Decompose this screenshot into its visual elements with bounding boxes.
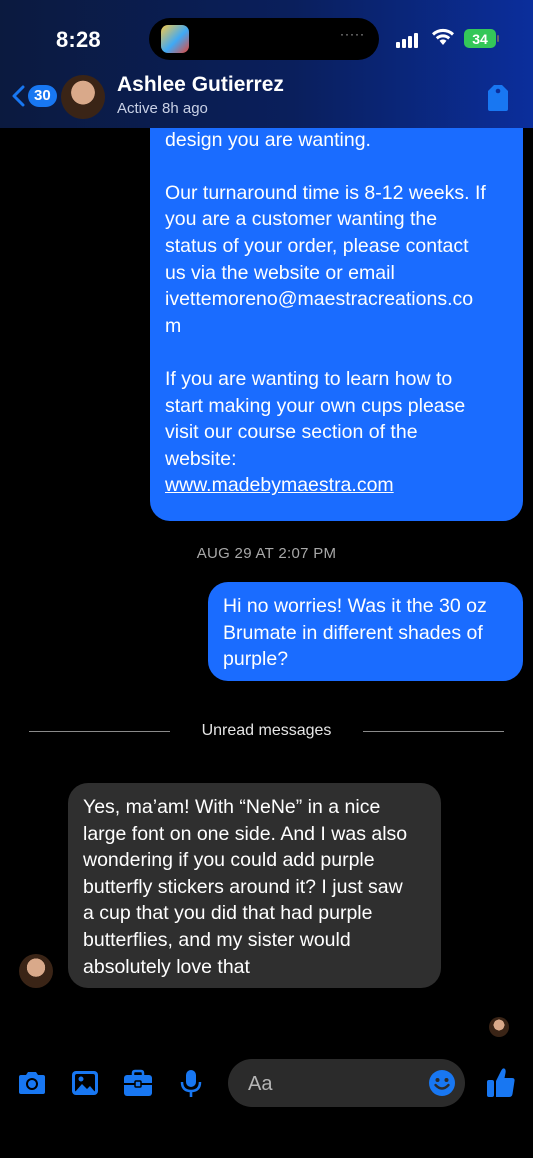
message-input[interactable] xyxy=(246,1070,430,1098)
chevron-left-icon xyxy=(12,85,25,107)
message-line: large font on one side. And I was also xyxy=(83,822,408,845)
back-button[interactable]: 30 xyxy=(10,85,57,107)
emoji-icon[interactable] xyxy=(428,1069,456,1097)
outgoing-message[interactable]: message with the cup, size anddesign you… xyxy=(150,100,523,521)
message-line: Yes, ma’am! With “NeNe” in a nice xyxy=(83,796,381,818)
message-line: If you are wanting to learn how to xyxy=(165,367,453,390)
status-time: 8:28 xyxy=(56,27,101,52)
message-line: butterflies, and my sister would xyxy=(83,928,351,951)
message-line: m xyxy=(165,314,182,337)
message-line: Our turnaround time is 8-12 weeks. If xyxy=(165,181,486,204)
message-line: purple? xyxy=(223,648,289,671)
dynamic-island: ····· xyxy=(149,18,379,60)
island-dots: ····· xyxy=(340,27,365,41)
briefcase-icon[interactable] xyxy=(122,1067,154,1099)
contact-status: Active 8h ago xyxy=(117,100,208,117)
battery-tip xyxy=(497,35,499,42)
thumbs-up-icon[interactable] xyxy=(485,1065,517,1099)
message-line: website: xyxy=(165,447,237,470)
sender-avatar[interactable] xyxy=(19,954,53,988)
contact-name[interactable]: Ashlee Gutierrez xyxy=(117,73,284,97)
message-text: Hi no worries! Was it the 30 oz Brumate i… xyxy=(223,593,518,673)
chat-header: 8:28 ····· 34 30 Ashlee Gutierrez Active… xyxy=(0,0,533,128)
message-line: Brumate in different shades of xyxy=(223,621,483,644)
message-line: start making your own cups please xyxy=(165,394,466,417)
message-line: absolutely love that xyxy=(83,955,250,978)
message-line: ivettemoreno@maestracreations.co xyxy=(165,288,474,311)
message-line: visit our course section of the xyxy=(165,421,418,444)
contact-avatar[interactable] xyxy=(61,75,105,119)
message-line: us via the website or email xyxy=(165,261,395,284)
message-line: design you are wanting. xyxy=(165,128,371,151)
read-receipt-avatar xyxy=(489,1017,509,1037)
microphone-icon[interactable] xyxy=(175,1067,207,1099)
signal-icon xyxy=(396,32,420,48)
message-line xyxy=(165,339,510,366)
message-line: you are a customer wanting the xyxy=(165,208,438,231)
incoming-message[interactable]: Yes, ma’am! With “NeNe” in a nice large f… xyxy=(68,783,441,988)
message-line: a cup that you did that had purple xyxy=(83,902,373,925)
app-icon xyxy=(161,25,189,53)
message-line xyxy=(165,153,510,180)
message-text: message with the cup, size anddesign you… xyxy=(165,100,510,499)
message-line: status of your order, please contact xyxy=(165,234,469,257)
message-line: Hi no worries! Was it the 30 oz xyxy=(223,595,487,617)
tag-icon[interactable] xyxy=(485,82,511,112)
unread-count-badge: 30 xyxy=(28,85,57,107)
outgoing-message[interactable]: Hi no worries! Was it the 30 oz Brumate i… xyxy=(208,582,523,681)
message-text: Yes, ma’am! With “NeNe” in a nice large f… xyxy=(83,794,433,980)
wifi-icon xyxy=(432,28,454,45)
message-line: wondering if you could add purple xyxy=(83,849,375,872)
website-link[interactable]: www.madebymaestra.com xyxy=(165,474,394,496)
camera-icon[interactable] xyxy=(16,1067,48,1099)
message-composer[interactable] xyxy=(228,1059,465,1107)
image-icon[interactable] xyxy=(69,1067,101,1099)
battery-level: 34 xyxy=(472,30,488,47)
divider-line-right xyxy=(363,731,504,732)
message-timestamp: AUG 29 AT 2:07 PM xyxy=(196,545,337,562)
battery-indicator: 34 xyxy=(464,29,496,48)
message-line: butterfly stickers around it? I just saw xyxy=(83,875,403,898)
